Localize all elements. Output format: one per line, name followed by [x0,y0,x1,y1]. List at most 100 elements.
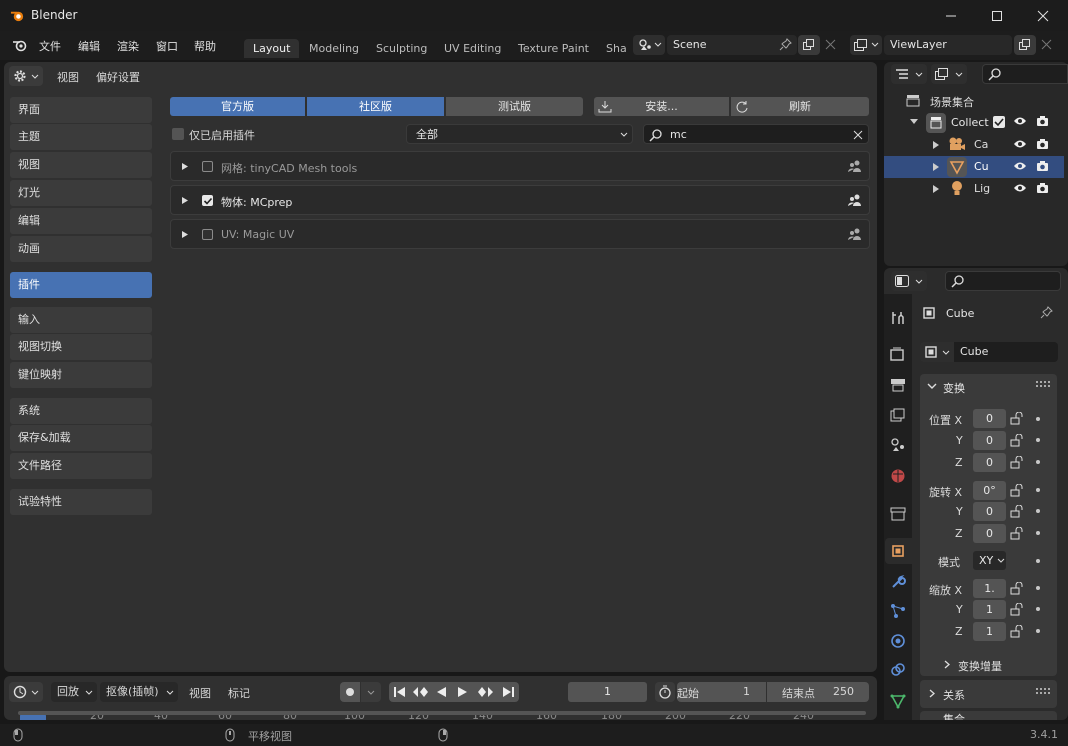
timeline-scrollbar[interactable] [18,711,866,715]
blender-menu-icon[interactable] [12,38,28,52]
nav-lights[interactable]: 灯光 [10,180,152,206]
render-camera-icon[interactable] [1036,182,1049,194]
animate-property-dot[interactable] [1036,531,1040,535]
pin-icon[interactable] [779,38,792,51]
expand-arrow-icon[interactable] [182,231,188,238]
location-y-field[interactable]: 0 [973,431,1006,450]
outliner-item-cube[interactable]: Cu [974,160,989,173]
lock-icon[interactable] [1010,412,1025,425]
rotation-x-field[interactable]: 0° [973,481,1006,500]
properties-editor-type-button[interactable] [891,271,927,291]
current-frame-field[interactable]: 1 [568,682,647,702]
object-data-icon[interactable] [890,693,906,709]
scale-y-field[interactable]: 1 [973,600,1006,619]
object-tab[interactable] [885,538,912,564]
nav-editing[interactable]: 编辑 [10,208,152,234]
new-viewlayer-button[interactable] [1014,35,1036,55]
world-icon[interactable] [890,468,906,484]
tab-layout[interactable]: Layout [244,39,300,58]
object-browse-button[interactable] [920,342,954,362]
drag-handle-icon[interactable] [1036,381,1050,389]
animate-property-dot[interactable] [1036,629,1040,633]
nav-experimental[interactable]: 试验特性 [10,489,152,515]
end-frame-field[interactable]: 结束点 250 [767,682,869,702]
object-name-field[interactable]: Cube [954,342,1058,362]
rotation-z-field[interactable]: 0 [973,524,1006,543]
jump-start-icon[interactable] [393,686,407,698]
timeline-ruler[interactable]: 20 40 60 80 100 120 140 160 180 200 220 … [10,705,870,720]
nav-system[interactable]: 系统 [10,398,152,424]
auto-keying-options[interactable] [361,682,381,702]
outliner-item-camera[interactable]: Ca [974,138,988,151]
jump-end-icon[interactable] [502,686,516,698]
lock-icon[interactable] [1010,527,1025,540]
tab-testing[interactable]: 测试版 [446,97,583,116]
location-z-field[interactable]: 0 [973,453,1006,472]
chevron-right-icon[interactable] [944,660,951,669]
tab-official[interactable]: 官方版 [170,97,305,116]
collection-properties-icon[interactable] [890,507,906,521]
collapse-arrow-icon[interactable] [910,119,918,125]
install-button[interactable]: 安装... [594,97,729,116]
editor-type-button[interactable] [9,66,43,86]
animate-property-dot[interactable] [1036,607,1040,611]
nav-animation[interactable]: 动画 [10,236,152,262]
animate-property-dot[interactable] [1036,586,1040,590]
physics-icon[interactable] [890,633,906,649]
nav-addons[interactable]: 插件 [10,272,152,298]
expand-arrow-icon[interactable] [933,163,939,171]
delete-viewlayer-icon[interactable] [1041,39,1052,50]
eye-icon[interactable] [1013,116,1027,126]
render-camera-icon[interactable] [1036,160,1049,172]
menu-file[interactable]: 文件 [39,38,61,54]
tab-modeling[interactable]: Modeling [300,39,368,58]
prev-keyframe-icon[interactable] [412,686,428,698]
tab-community[interactable]: 社区版 [307,97,444,116]
nav-keymap[interactable]: 键位映射 [10,362,152,388]
eye-icon[interactable] [1013,161,1027,171]
scene-name-field[interactable]: Scene [667,35,797,55]
animate-property-dot[interactable] [1036,417,1040,421]
chevron-down-icon[interactable] [927,383,937,391]
display-mode-button[interactable] [931,64,967,84]
menu-help[interactable]: 帮助 [194,38,216,54]
nav-themes[interactable]: 主题 [10,124,152,150]
timeline-editor-type-button[interactable] [9,682,43,702]
collections-panel-title[interactable]: 集合 [943,714,965,720]
lock-icon[interactable] [1010,582,1025,595]
preview-range-button[interactable] [655,682,675,702]
keying-menu[interactable]: 抠像(插帧) [100,682,178,702]
addon-search-input[interactable]: mc [643,124,869,144]
lock-icon[interactable] [1010,434,1025,447]
eye-icon[interactable] [1013,139,1027,149]
tool-icon[interactable] [890,310,906,326]
addon-enable-checkbox[interactable] [202,229,213,240]
minimize-button[interactable] [928,0,974,31]
addon-enable-checkbox[interactable] [202,195,213,206]
timeline-menu-marker[interactable]: 标记 [228,685,250,701]
chevron-right-icon[interactable] [929,689,936,698]
view-layer-icon[interactable] [890,408,906,422]
nav-navigation[interactable]: 视图切换 [10,334,152,360]
outliner-editor-type-button[interactable] [891,64,927,84]
tab-uv-editing[interactable]: UV Editing [435,39,510,58]
nav-input[interactable]: 输入 [10,307,152,333]
pref-menu-view[interactable]: 视图 [57,69,79,85]
menu-edit[interactable]: 编辑 [78,38,100,54]
rotation-y-field[interactable]: 0 [973,502,1006,521]
tab-texture-paint[interactable]: Texture Paint [509,39,598,58]
delete-scene-icon[interactable] [825,39,836,50]
play-reverse-icon[interactable] [435,686,447,698]
maximize-button[interactable] [974,0,1020,31]
scale-z-field[interactable]: 1 [973,622,1006,641]
eye-icon[interactable] [1013,183,1027,193]
animate-property-dot[interactable] [1036,509,1040,513]
refresh-button[interactable]: 刷新 [731,97,869,116]
lock-icon[interactable] [1010,505,1025,518]
lock-icon[interactable] [1010,456,1025,469]
animate-property-dot[interactable] [1036,460,1040,464]
expand-arrow-icon[interactable] [182,197,188,204]
animate-property-dot[interactable] [1036,438,1040,442]
render-camera-icon[interactable] [1036,138,1049,150]
nav-file-paths[interactable]: 文件路径 [10,453,152,479]
